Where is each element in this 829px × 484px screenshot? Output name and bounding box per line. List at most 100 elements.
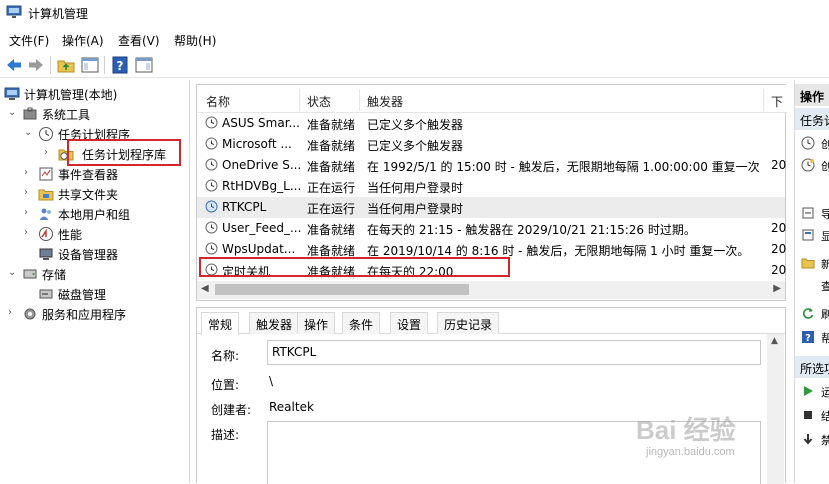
action-create-basic-task[interactable]: 创	[821, 136, 829, 152]
tree-label: 共享文件夹	[58, 188, 119, 202]
vertical-scrollbar[interactable]: ▲	[767, 334, 784, 484]
forward-arrow-icon[interactable]	[26, 55, 46, 75]
task-status: 正在运行	[307, 181, 356, 195]
tab-history[interactable]: 历史记录	[437, 312, 500, 334]
column-separator[interactable]	[299, 89, 300, 111]
create-basic-task-icon[interactable]	[801, 136, 815, 150]
task-next-run: 20	[771, 158, 787, 172]
column-header-next-run[interactable]: 下	[771, 93, 783, 110]
import-task-icon[interactable]	[801, 206, 815, 220]
tab-triggers[interactable]: 触发器	[249, 312, 300, 334]
table-row[interactable]: ASUS Smar... 准备就绪 已定义多个触发器	[197, 113, 785, 134]
tab-general[interactable]: 常规	[201, 312, 240, 335]
chevron-right-icon[interactable]: ›	[8, 307, 18, 318]
computer-management-window: 计算机管理 文件(F) 操作(A) 查看(V) 帮助(H) ? 计算机管理(本地…	[0, 0, 829, 484]
task-clock-icon	[205, 158, 218, 171]
column-header-row: 名称 状态 触发器 下	[197, 85, 787, 113]
chevron-right-icon[interactable]: ›	[24, 227, 34, 238]
action-help[interactable]: 帮	[821, 330, 829, 346]
author-label: 创建者:	[211, 403, 252, 417]
scroll-right-icon[interactable]: ▶	[773, 283, 781, 294]
horizontal-scrollbar[interactable]: ◀ ▶	[197, 281, 785, 299]
chevron-down-icon[interactable]: ⌄	[8, 107, 18, 118]
chevron-right-icon[interactable]: ›	[44, 147, 54, 158]
menu-help[interactable]: 帮助(H)	[174, 32, 216, 49]
author-value: Realtek	[269, 400, 314, 414]
chevron-down-icon[interactable]: ⌄	[24, 127, 34, 138]
name-label: 名称:	[211, 349, 240, 363]
column-separator[interactable]	[359, 89, 360, 111]
action-run[interactable]: 运	[821, 384, 829, 400]
action-import-task[interactable]: 导	[821, 206, 829, 222]
task-name: RTKCPL	[222, 200, 267, 214]
new-folder-icon[interactable]	[801, 256, 815, 270]
action-view[interactable]: 查	[821, 278, 829, 294]
tree-label: 性能	[58, 228, 83, 242]
create-task-icon[interactable]	[801, 158, 815, 172]
tab-actions[interactable]: 操作	[297, 312, 336, 334]
table-row-selected[interactable]: RTKCPL 正在运行 当任何用户登录时	[197, 197, 785, 218]
task-trigger: 当任何用户登录时	[367, 181, 464, 195]
display-running-tasks-icon[interactable]	[801, 228, 815, 242]
task-trigger: 在每天的 21:15 - 触发器在 2029/10/21 21:15:26 时过…	[367, 223, 696, 237]
column-header-name[interactable]: 名称	[206, 93, 230, 110]
run-icon[interactable]	[801, 384, 815, 398]
chevron-down-icon[interactable]: ⌄	[8, 267, 18, 278]
tab-settings[interactable]: 设置	[390, 312, 429, 334]
task-status: 准备就绪	[307, 223, 356, 237]
action-display-running[interactable]: 显	[821, 228, 829, 244]
action-end[interactable]: 结	[821, 408, 829, 424]
task-status: 准备就绪	[307, 118, 356, 132]
action-new-folder[interactable]: 新	[821, 256, 829, 272]
chevron-right-icon[interactable]: ›	[24, 187, 34, 198]
table-row[interactable]: RtHDVBg_L... 正在运行 当任何用户登录时	[197, 176, 785, 197]
task-trigger: 在 1992/5/1 的 15:00 时 - 触发后，无限期地每隔 1.00:0…	[367, 160, 759, 174]
actions-section-selected-item[interactable]: 所选项	[795, 356, 829, 378]
task-trigger: 已定义多个触发器	[367, 139, 464, 153]
menu-action[interactable]: 操作(A)	[62, 32, 104, 49]
up-folder-icon[interactable]	[56, 55, 76, 75]
task-next-run: 20	[771, 221, 787, 235]
scrollbar-thumb[interactable]	[215, 284, 469, 295]
chevron-right-icon[interactable]: ›	[24, 207, 34, 218]
table-row[interactable]: User_Feed_... 准备就绪 在每天的 21:15 - 触发器在 202…	[197, 218, 787, 239]
task-next-run: 20	[771, 263, 787, 277]
column-separator[interactable]	[763, 89, 764, 111]
actions-section-task-scheduler[interactable]: 任务计	[795, 108, 829, 130]
task-trigger: 当任何用户登录时	[367, 202, 464, 216]
task-running-icon	[205, 200, 218, 213]
table-row[interactable]: Microsoft ... 准备就绪 已定义多个触发器	[197, 134, 785, 155]
column-header-trigger[interactable]: 触发器	[367, 93, 403, 110]
show-hide-tree-icon[interactable]	[80, 55, 100, 75]
show-action-pane-icon[interactable]	[134, 55, 154, 75]
computer-management-icon	[4, 87, 20, 100]
column-header-status[interactable]: 状态	[307, 93, 331, 110]
action-refresh[interactable]: 刷	[821, 306, 829, 322]
action-disable[interactable]: 禁	[821, 432, 829, 448]
end-icon[interactable]	[801, 408, 815, 422]
window-title: 计算机管理	[28, 7, 89, 21]
device-manager-icon	[39, 248, 53, 260]
tab-conditions[interactable]: 条件	[342, 312, 381, 334]
menu-view[interactable]: 查看(V)	[118, 32, 160, 49]
scroll-left-icon[interactable]: ◀	[201, 283, 209, 294]
scroll-up-icon[interactable]: ▲	[771, 336, 778, 346]
back-arrow-icon[interactable]	[4, 55, 24, 75]
action-create-task[interactable]: 创	[821, 158, 829, 174]
help-icon[interactable]: ?	[110, 55, 130, 75]
refresh-icon[interactable]	[801, 306, 815, 320]
highlight-task-library	[67, 139, 181, 166]
title-bar: 计算机管理	[0, 0, 829, 26]
disable-icon[interactable]	[801, 432, 815, 446]
menu-file[interactable]: 文件(F)	[9, 32, 49, 49]
chevron-right-icon[interactable]: ›	[24, 167, 34, 178]
task-clock-icon	[205, 221, 218, 234]
tree-label: 存储	[42, 268, 67, 282]
storage-icon	[23, 269, 37, 279]
task-clock-icon	[205, 116, 218, 129]
help-icon[interactable]: ?	[801, 330, 815, 344]
actions-header: 操作	[795, 84, 829, 106]
table-row[interactable]: OneDrive S... 准备就绪 在 1992/5/1 的 15:00 时 …	[197, 155, 787, 176]
tools-icon	[23, 107, 37, 120]
task-name-field[interactable]: RTKCPL	[267, 340, 761, 365]
